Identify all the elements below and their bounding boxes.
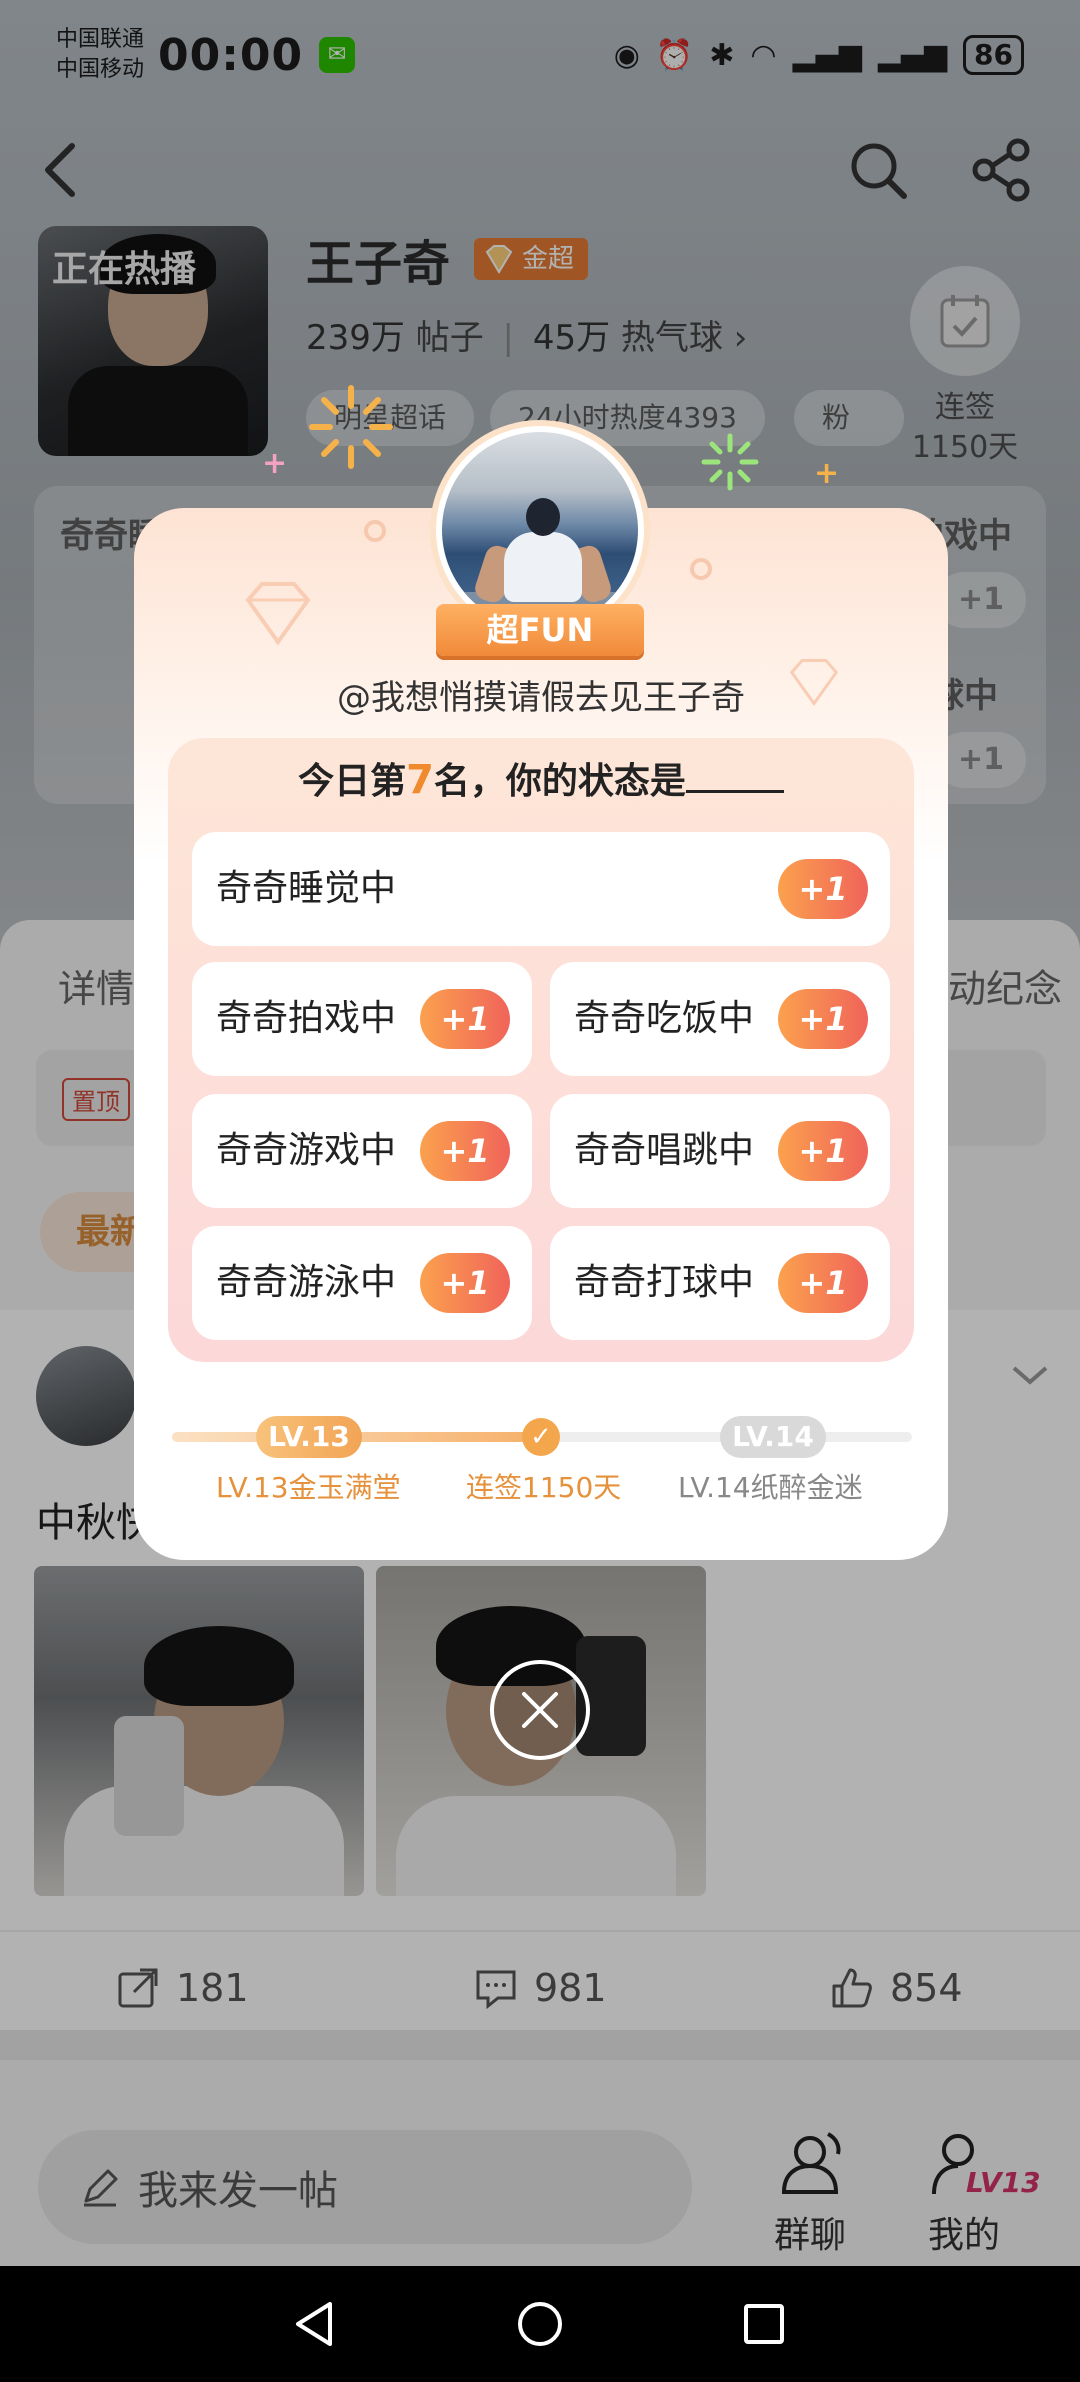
android-nav-bar <box>0 2266 1080 2382</box>
option-label: 奇奇睡觉中 <box>216 868 397 909</box>
close-button[interactable] <box>490 1660 590 1760</box>
sparkle-icon <box>309 385 393 469</box>
plus-one-button[interactable]: +1 <box>778 1121 868 1181</box>
avatar <box>442 432 638 628</box>
nav-recents-icon[interactable] <box>736 2296 792 2352</box>
question-title: 今日第7名，你的状态是 <box>168 752 914 804</box>
option-label: 奇奇拍戏中 <box>216 998 397 1039</box>
nav-back-icon[interactable] <box>288 2296 344 2352</box>
modal-username: @我想悄摸请假去见王子奇 <box>337 678 745 718</box>
plus-sparkle-icon: + <box>814 456 840 491</box>
next-level-text: LV.14纸醉金迷 <box>678 1471 863 1504</box>
option-label: 奇奇游戏中 <box>216 1130 397 1171</box>
option-label: 奇奇吃饭中 <box>574 998 755 1039</box>
decor-dot <box>364 520 386 542</box>
current-level-text: LV.13金玉满堂 <box>216 1471 401 1504</box>
status-option-filming[interactable]: 奇奇拍戏中 +1 <box>192 962 532 1076</box>
plus-sparkle-icon: + <box>262 446 288 481</box>
fun-ribbon-badge: 超FUN <box>436 604 644 656</box>
check-icon: ✓ <box>522 1418 560 1456</box>
streak-text: 连签1150天 <box>466 1471 622 1504</box>
blank-line <box>685 763 784 793</box>
plus-one-button[interactable]: +1 <box>778 989 868 1049</box>
plus-one-button[interactable]: +1 <box>778 1253 868 1313</box>
status-option-ball[interactable]: 奇奇打球中 +1 <box>550 1226 890 1340</box>
close-icon <box>522 1692 558 1728</box>
plus-one-button[interactable]: +1 <box>420 1253 510 1313</box>
status-option-sleep[interactable]: 奇奇睡觉中 +1 <box>192 832 890 946</box>
plus-one-button[interactable]: +1 <box>778 859 868 919</box>
sparkle-icon <box>701 433 759 491</box>
nav-home-icon[interactable] <box>512 2296 568 2352</box>
plus-one-button[interactable]: +1 <box>420 989 510 1049</box>
diamond-icon <box>245 582 311 646</box>
current-level-badge: LV.13 <box>256 1416 362 1458</box>
status-option-gaming[interactable]: 奇奇游戏中 +1 <box>192 1094 532 1208</box>
option-label: 奇奇唱跳中 <box>574 1130 755 1171</box>
status-option-singing[interactable]: 奇奇唱跳中 +1 <box>550 1094 890 1208</box>
next-level-badge: LV.14 <box>720 1416 826 1458</box>
rank-number: 7 <box>406 757 434 803</box>
plus-one-button[interactable]: +1 <box>420 1121 510 1181</box>
status-option-swimming[interactable]: 奇奇游泳中 +1 <box>192 1226 532 1340</box>
option-label: 奇奇打球中 <box>574 1262 755 1303</box>
decor-dot <box>690 558 712 580</box>
status-option-eating[interactable]: 奇奇吃饭中 +1 <box>550 962 890 1076</box>
option-label: 奇奇游泳中 <box>216 1262 397 1303</box>
